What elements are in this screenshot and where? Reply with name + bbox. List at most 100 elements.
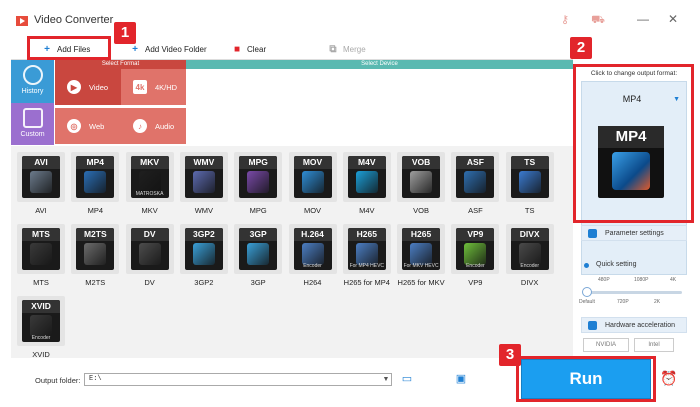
- format-tile-label: VP9: [456, 228, 495, 241]
- 4k-hd-format-tab[interactable]: 4k 4K/HD: [121, 69, 186, 105]
- device-brand-tile[interactable]: LG: [343, 69, 376, 105]
- format-tile-sub: Encoder: [466, 263, 485, 269]
- device-brand-tile[interactable]: amazon: [381, 69, 414, 105]
- device-brand-tile[interactable]: Lenovo: [227, 108, 260, 144]
- key-icon[interactable]: ⚷: [558, 14, 572, 26]
- device-brand-tile[interactable]: htc: [266, 108, 299, 144]
- format-tile[interactable]: XVID Encoder: [17, 296, 65, 346]
- device-brand-tile[interactable]: ASUS: [535, 69, 568, 105]
- format-tile-sub: For MP4 HEVC: [349, 263, 385, 269]
- custom-icon: [22, 108, 43, 128]
- format-tile[interactable]: ASF: [451, 152, 500, 202]
- device-brand-tile[interactable]: SONY: [419, 69, 452, 105]
- format-tile[interactable]: VOB: [397, 152, 446, 202]
- device-brand-tile[interactable]: alcatel: [496, 108, 529, 144]
- format-tile-card: 3GP2: [184, 228, 223, 270]
- format-caption: DIVX: [520, 278, 539, 287]
- callout-badge-2: 2: [570, 37, 592, 59]
- format-thumbnail-icon: [247, 171, 270, 193]
- quality-slider-handle[interactable]: [582, 287, 592, 297]
- format-tile[interactable]: 3GP: [234, 224, 283, 274]
- device-brand-tile[interactable]: SAMSUNG: [223, 69, 264, 105]
- format-thumbnail-icon: [301, 171, 324, 193]
- device-brand-tile[interactable]: G: [304, 69, 337, 105]
- device-brand-tile[interactable]: HUAWEI: [458, 69, 491, 105]
- device-brand-tile[interactable]: Microsoft: [264, 69, 300, 105]
- quick-setting-bullet: [584, 263, 589, 268]
- web-format-tab[interactable]: ◎ Web: [55, 108, 121, 144]
- format-tile[interactable]: AVI: [17, 152, 65, 202]
- format-tile-label: 3GP2: [184, 228, 223, 241]
- callout-frame-2: [573, 64, 694, 223]
- device-brand-tile[interactable]: mi: [304, 108, 337, 144]
- merge-label: Merge: [343, 44, 366, 54]
- add-video-folder-button[interactable]: + Add Video Folder: [129, 42, 207, 56]
- custom-label: Custom: [20, 131, 45, 138]
- device-brand-tile[interactable]: NOKIA: [381, 108, 414, 144]
- format-tile[interactable]: M4V: [342, 152, 391, 202]
- device-brand-tile[interactable]: [189, 108, 222, 144]
- device-brand-tile[interactable]: BLU: [419, 108, 452, 144]
- format-tile-label: M4V: [347, 156, 386, 169]
- format-tile[interactable]: TS: [505, 152, 554, 202]
- format-tile-label: H265: [402, 228, 441, 241]
- format-thumbnail-icon: [84, 171, 107, 193]
- format-caption: DV: [144, 278, 155, 287]
- parameter-settings-button[interactable]: Parameter settings: [581, 225, 687, 241]
- history-tab[interactable]: History: [11, 60, 54, 103]
- clear-button[interactable]: ■ Clear: [231, 42, 266, 56]
- format-tile-card: XVID Encoder: [22, 300, 60, 342]
- browse-folder-icon[interactable]: ▣: [453, 372, 469, 386]
- video-label: Video: [89, 82, 109, 92]
- format-tile[interactable]: DIVX Encoder: [505, 224, 554, 274]
- format-thumbnail-icon: [355, 171, 378, 193]
- format-tile[interactable]: M2TS: [71, 224, 120, 274]
- intel-label: Intel: [648, 342, 660, 348]
- alarm-clock-icon[interactable]: ⏰: [660, 370, 678, 386]
- plus-icon: +: [132, 43, 138, 55]
- format-tile[interactable]: 3GP2: [179, 224, 228, 274]
- format-tile[interactable]: MOV: [288, 152, 337, 202]
- nvidia-badge[interactable]: NVIDIA: [583, 338, 629, 352]
- sliders-icon: [588, 228, 597, 238]
- device-brand-tile[interactable]: TV: [535, 108, 568, 144]
- format-tile-card: M4V: [347, 156, 386, 198]
- hardware-acceleration-button[interactable]: Hardware acceleration: [581, 317, 687, 333]
- format-tile-sub: MATROSKA: [135, 191, 164, 197]
- quality-slider-track[interactable]: [586, 291, 682, 294]
- audio-format-tab[interactable]: ♪ Audio: [121, 108, 186, 144]
- format-caption: MPG: [249, 206, 267, 215]
- format-tile[interactable]: MKV MATROSKA: [125, 152, 174, 202]
- format-thumbnail-icon: [355, 243, 378, 265]
- chevron-down-icon[interactable]: ▼: [380, 373, 392, 386]
- format-tile[interactable]: VP9 Encoder: [451, 224, 500, 274]
- format-thumbnail-icon: [464, 171, 487, 193]
- format-tile[interactable]: H265 For MP4 HEVC: [342, 224, 391, 274]
- cart-icon[interactable]: ⛟: [591, 14, 605, 26]
- format-thumbnail-icon: [30, 315, 52, 337]
- merge-button[interactable]: ⧉ Merge: [327, 42, 366, 56]
- intel-badge[interactable]: Intel: [634, 338, 674, 352]
- format-tile[interactable]: MTS: [17, 224, 65, 274]
- format-tile[interactable]: MP4: [71, 152, 120, 202]
- format-tile[interactable]: DV: [125, 224, 174, 274]
- format-tile[interactable]: H265 For MKV HEVC: [397, 224, 446, 274]
- format-tile-label: AVI: [22, 156, 60, 169]
- format-tile[interactable]: WMV: [179, 152, 228, 202]
- format-caption: VOB: [413, 206, 430, 215]
- device-brand-tile[interactable]: [189, 69, 222, 105]
- output-folder-input[interactable]: E:\: [84, 373, 392, 386]
- open-folder-icon[interactable]: ▭: [399, 372, 415, 386]
- format-thumbnail-icon: [410, 171, 433, 193]
- device-brand-tile[interactable]: 1+: [343, 108, 376, 144]
- video-format-tab[interactable]: ▶ Video: [55, 69, 121, 105]
- minimize-button[interactable]: —: [636, 12, 650, 26]
- device-brand-tile[interactable]: ZTE: [458, 108, 491, 144]
- custom-tab[interactable]: Custom: [11, 103, 54, 145]
- format-caption: VP9: [468, 278, 483, 287]
- close-button[interactable]: ✕: [666, 12, 680, 26]
- format-tile[interactable]: H.264 Encoder: [288, 224, 337, 274]
- format-tile[interactable]: MPG: [234, 152, 283, 202]
- device-brand-tile[interactable]: honor: [496, 69, 529, 105]
- format-tile-label: MOV: [293, 156, 332, 169]
